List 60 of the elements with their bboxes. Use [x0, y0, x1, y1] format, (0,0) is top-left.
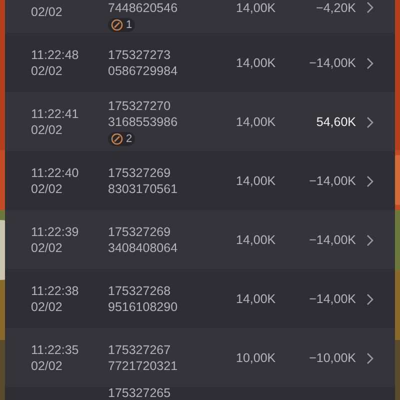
row-date: 02/02	[31, 4, 62, 20]
compass-icon	[111, 132, 123, 144]
transaction-id: 9516108290	[108, 298, 178, 314]
bet-amount: 14,00K	[236, 172, 277, 188]
result-amount: −14,00K	[308, 232, 356, 248]
result-amount: −10,00K	[308, 350, 356, 366]
transaction-row[interactable]: 11:22:35 02/02 175327267 7721720321 10,00K −10,00K	[5, 328, 395, 387]
transaction-id: 175327269	[108, 224, 171, 240]
result-amount: 54,60K	[315, 114, 356, 130]
chevron-right-icon[interactable]	[366, 1, 374, 14]
bet-amount: 10,00K	[236, 350, 277, 366]
transaction-row[interactable]: 11:22:41 02/02 175327270 3168553986 2 14,00K 54,60K	[5, 92, 395, 151]
result-amount: −4,20K	[315, 0, 356, 16]
bet-amount: 14,00K	[236, 0, 277, 16]
chevron-right-icon[interactable]	[366, 234, 374, 246]
transaction-row[interactable]: 11:22:39 02/02 175327269 3408408064 14,00K −14,00K	[5, 210, 395, 269]
bet-amount: 14,00K	[236, 114, 277, 130]
transaction-row[interactable]: 11:22:48 02/02 175327273 0586729984 14,00K −14,00K	[5, 33, 395, 92]
chevron-right-icon[interactable]	[366, 116, 374, 128]
bet-amount: 14,00K	[236, 290, 277, 306]
transaction-id: 7448620546	[108, 0, 178, 16]
bet-amount: 14,00K	[236, 232, 277, 248]
transaction-row[interactable]: 02/02 7448620546 1 14,00K −4,20K	[5, 0, 395, 33]
row-date: 02/02	[31, 298, 62, 314]
row-time: 11:22:41	[31, 106, 79, 122]
transaction-id: 175327265	[108, 387, 171, 399]
row-date: 02/02	[31, 240, 62, 256]
transaction-id: 0586729984	[108, 62, 178, 78]
count-badge: 1	[108, 18, 136, 32]
row-date: 02/02	[31, 358, 62, 374]
transaction-id: 175327267	[108, 342, 171, 358]
transaction-row[interactable]: 11:22:38 02/02 175327268 9516108290 14,00K −14,00K	[5, 269, 395, 328]
transaction-id: 8303170561	[108, 180, 178, 196]
row-date: 02/02	[31, 122, 62, 138]
transaction-id: 175327269	[108, 164, 171, 180]
row-time: 11:22:38	[31, 282, 79, 298]
transaction-row[interactable]: 175327265	[5, 387, 395, 400]
row-time: 11:22:35	[31, 342, 79, 358]
compass-icon	[111, 19, 123, 31]
row-time: 11:22:39	[31, 224, 79, 240]
transaction-id: 175327270	[108, 98, 171, 114]
result-amount: −14,00K	[308, 172, 356, 188]
transaction-id: 3168553986	[108, 114, 178, 130]
chevron-right-icon[interactable]	[366, 174, 374, 188]
bet-amount: 14,00K	[236, 54, 277, 70]
chevron-right-icon[interactable]	[366, 56, 374, 70]
transaction-row[interactable]: 11:22:40 02/02 175327269 8303170561 14,00K −14,00K	[5, 151, 395, 210]
row-date: 02/02	[31, 180, 62, 196]
chevron-right-icon[interactable]	[366, 292, 374, 306]
count-badge: 2	[108, 132, 136, 146]
row-time: 11:22:40	[31, 164, 79, 180]
result-amount: −14,00K	[308, 290, 356, 306]
row-time: 11:22:48	[31, 46, 79, 62]
transaction-id: 175327268	[108, 282, 171, 298]
transaction-id: 3408408064	[108, 240, 178, 256]
transaction-id: 7721720321	[108, 358, 178, 374]
transaction-id: 175327273	[108, 46, 171, 62]
result-amount: −14,00K	[308, 54, 356, 70]
row-date: 02/02	[31, 62, 62, 78]
chevron-right-icon[interactable]	[366, 352, 374, 364]
